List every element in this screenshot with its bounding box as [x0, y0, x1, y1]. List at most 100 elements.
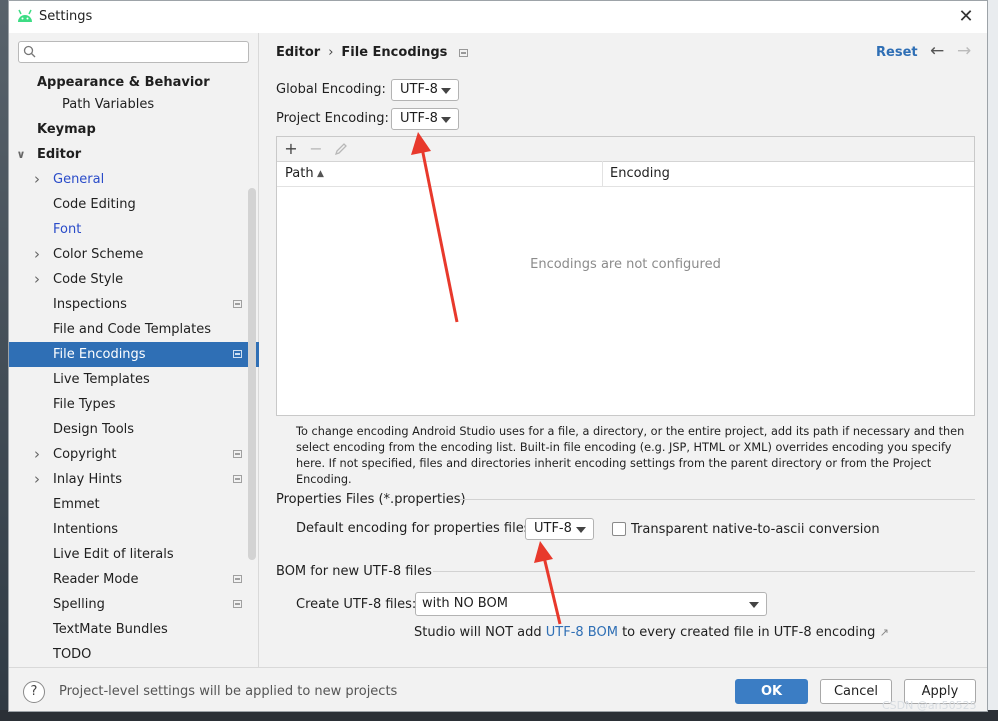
- bom-dropdown[interactable]: with NO BOM: [415, 592, 767, 616]
- ok-button[interactable]: OK: [735, 679, 808, 704]
- breadcrumb-parent[interactable]: Editor: [276, 45, 320, 60]
- utf8-bom-link[interactable]: UTF-8 BOM: [546, 625, 618, 640]
- sidebar-item-label: TextMate Bundles: [53, 622, 168, 637]
- sidebar-item-label: Live Templates: [53, 372, 150, 387]
- chevron-right-icon[interactable]: ›: [31, 267, 43, 292]
- sidebar-item-code-editing[interactable]: Code Editing: [9, 192, 259, 217]
- chevron-right-icon[interactable]: ›: [31, 467, 43, 492]
- sidebar-item-emmet[interactable]: Emmet: [9, 492, 259, 517]
- project-level-icon: [233, 350, 242, 358]
- properties-section-title: Properties Files (*.properties): [276, 492, 466, 507]
- properties-default-label: Default encoding for properties files:: [296, 521, 535, 536]
- dialog-footer: ? Project-level settings will be applied…: [9, 667, 987, 711]
- file-encodings-panel: Editor › File Encodings Reset ← → Global E…: [259, 33, 987, 667]
- sidebar-item-color-scheme[interactable]: › Color Scheme: [9, 242, 259, 267]
- sidebar-item-label: TODO: [53, 647, 92, 662]
- chevron-down-icon: [441, 88, 451, 94]
- breadcrumb: Editor › File Encodings: [276, 45, 469, 60]
- sidebar-item-label: Emmet: [53, 497, 100, 512]
- encoding-help-text: To change encoding Android Studio uses f…: [296, 425, 965, 486]
- section-divider: [460, 499, 975, 500]
- sidebar-item-label: Copyright: [53, 447, 117, 462]
- project-level-icon: [233, 300, 242, 308]
- breadcrumb-current: File Encodings: [341, 45, 448, 60]
- column-header-path[interactable]: Path ▲: [277, 161, 603, 187]
- sidebar-item-editor[interactable]: ∨ Editor: [9, 142, 259, 167]
- title-bar: Settings ✕: [9, 1, 987, 33]
- sidebar-item-copyright[interactable]: › Copyright: [9, 442, 259, 467]
- sidebar-item-label: Reader Mode: [53, 572, 139, 587]
- project-encoding-value: UTF-8: [400, 111, 438, 126]
- settings-sidebar: Appearance & Behavior Path Variables Keyma…: [9, 33, 259, 667]
- sidebar-item-label: General: [53, 172, 105, 187]
- sidebar-item-file-types[interactable]: File Types: [9, 392, 259, 417]
- project-level-icon: [233, 450, 242, 458]
- chevron-right-icon[interactable]: ›: [31, 167, 43, 192]
- search-icon: [23, 45, 36, 58]
- column-header-encoding[interactable]: Encoding: [603, 161, 974, 187]
- native-to-ascii-label[interactable]: Transparent native-to-ascii conversion: [631, 522, 880, 537]
- footer-message: Project-level settings will be applied t…: [59, 684, 398, 699]
- close-icon[interactable]: ✕: [953, 4, 979, 30]
- sidebar-item-path-variables[interactable]: Path Variables: [9, 92, 259, 117]
- sidebar-item-design-tools[interactable]: Design Tools: [9, 417, 259, 442]
- chevron-down-icon: [576, 527, 586, 533]
- edit-pencil-icon[interactable]: [334, 142, 348, 156]
- bom-dropdown-value: with NO BOM: [422, 596, 508, 611]
- sidebar-item-label: Font: [53, 222, 82, 237]
- sidebar-item-textmate-bundles[interactable]: TextMate Bundles: [9, 617, 259, 642]
- chevron-right-icon[interactable]: ›: [31, 442, 43, 467]
- properties-encoding-dropdown[interactable]: UTF-8: [525, 518, 594, 540]
- window-title: Settings: [39, 9, 93, 24]
- sidebar-item-inspections[interactable]: Inspections: [9, 292, 259, 317]
- sidebar-item-general[interactable]: › General: [9, 167, 259, 192]
- android-icon: [18, 9, 32, 22]
- watermark: CSDN @an50525: [882, 699, 977, 712]
- sidebar-item-font[interactable]: Font: [9, 217, 259, 242]
- sidebar-item-label: Live Edit of literals: [53, 547, 174, 562]
- sidebar-scrollbar[interactable]: [248, 188, 256, 560]
- reset-link[interactable]: Reset: [876, 45, 918, 60]
- project-encoding-dropdown[interactable]: UTF-8: [391, 108, 459, 130]
- sidebar-item-label: Path Variables: [62, 97, 155, 112]
- arrow-left-icon[interactable]: ←: [930, 41, 944, 61]
- encodings-table: + − Path ▲ Encoding Encodings are not co…: [276, 136, 975, 416]
- breadcrumb-separator: ›: [328, 45, 334, 60]
- sidebar-item-file-encodings[interactable]: File Encodings: [9, 342, 259, 367]
- sidebar-item-label: File Types: [53, 397, 116, 412]
- chevron-down-icon[interactable]: ∨: [15, 142, 27, 167]
- chevron-down-icon: [749, 602, 759, 608]
- chevron-right-icon[interactable]: ›: [31, 242, 43, 267]
- settings-search[interactable]: [18, 41, 249, 63]
- create-utf8-label: Create UTF-8 files:: [296, 597, 417, 612]
- sidebar-item-keymap[interactable]: Keymap: [9, 117, 259, 142]
- sidebar-item-label: Keymap: [37, 122, 96, 137]
- sidebar-item-label: File and Code Templates: [53, 322, 211, 337]
- external-link-icon: ↗: [879, 626, 889, 639]
- settings-dialog: Settings ✕ Appearance & Behavior Path Var…: [8, 0, 988, 712]
- native-to-ascii-checkbox[interactable]: [612, 522, 626, 536]
- global-encoding-value: UTF-8: [400, 82, 438, 97]
- sidebar-item-label: Inspections: [53, 297, 127, 312]
- sidebar-item-todo[interactable]: TODO: [9, 642, 259, 667]
- properties-encoding-value: UTF-8: [534, 521, 572, 536]
- sidebar-item-file-and-code-templates[interactable]: File and Code Templates: [9, 317, 259, 342]
- sidebar-item-reader-mode[interactable]: Reader Mode: [9, 567, 259, 592]
- background-desktop-right: [988, 0, 998, 721]
- sidebar-item-intentions[interactable]: Intentions: [9, 517, 259, 542]
- project-encoding-label: Project Encoding:: [276, 111, 389, 126]
- sidebar-item-label: Spelling: [53, 597, 105, 612]
- search-input[interactable]: [41, 43, 245, 63]
- sidebar-item-spelling[interactable]: Spelling: [9, 592, 259, 617]
- add-icon[interactable]: +: [281, 137, 301, 161]
- arrow-right-icon[interactable]: →: [957, 41, 971, 61]
- remove-icon[interactable]: −: [306, 137, 326, 161]
- sidebar-item-code-style[interactable]: › Code Style: [9, 267, 259, 292]
- sidebar-item-appearance-behavior[interactable]: Appearance & Behavior: [9, 73, 259, 93]
- column-header-label: Encoding: [610, 166, 670, 181]
- sidebar-item-inlay-hints[interactable]: › Inlay Hints: [9, 467, 259, 492]
- help-button[interactable]: ?: [23, 681, 45, 703]
- sidebar-item-live-edit-of-literals[interactable]: Live Edit of literals: [9, 542, 259, 567]
- sidebar-item-live-templates[interactable]: Live Templates: [9, 367, 259, 392]
- global-encoding-dropdown[interactable]: UTF-8: [391, 79, 459, 101]
